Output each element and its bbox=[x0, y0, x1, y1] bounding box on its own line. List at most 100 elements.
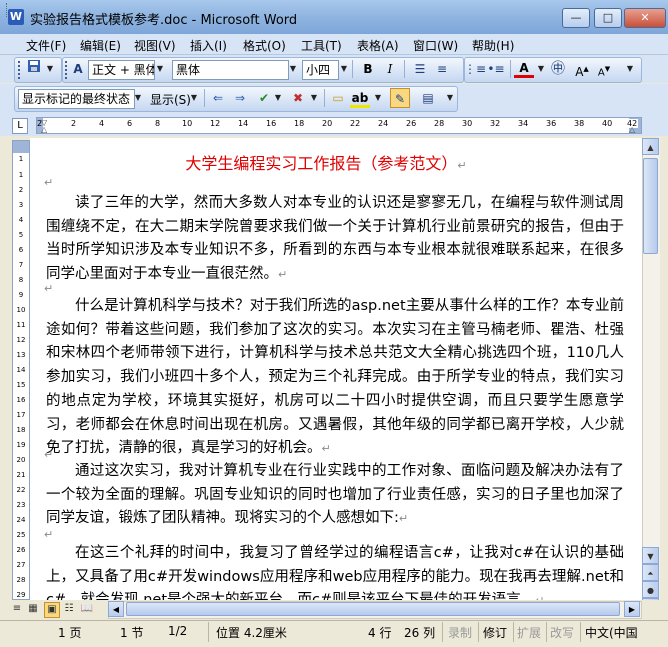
font-dropdown-arrow[interactable]: ▼ bbox=[287, 60, 299, 78]
horizontal-ruler[interactable]: 2 2 4 6 8 10 12 14 16 18 20 22 24 26 28 … bbox=[36, 117, 642, 134]
window-title: 实验报告格式模板参考.doc - Microsoft Word bbox=[30, 13, 298, 28]
shrink-font-icon[interactable]: A▼ bbox=[594, 59, 614, 79]
italic-button[interactable]: I bbox=[380, 59, 400, 79]
toolbar-separator bbox=[352, 60, 353, 78]
menu-format[interactable]: 格式(O) bbox=[243, 37, 286, 54]
highlight-icon[interactable]: ab bbox=[350, 88, 370, 108]
show-menu-arrow[interactable]: ▼ bbox=[188, 89, 200, 107]
document-page[interactable]: 大学生编程实习工作报告（参考范文）↵ ↵ 读了三年的大学，然而大多数人对本专业的… bbox=[30, 138, 642, 600]
vruler-tick: 6 bbox=[18, 246, 24, 254]
vertical-scroll-thumb[interactable] bbox=[643, 158, 658, 254]
save-icon[interactable] bbox=[24, 59, 44, 79]
track-changes-icon[interactable]: ✎ bbox=[390, 88, 410, 108]
ruler-tick: 28 bbox=[434, 119, 445, 128]
ruler-tick: 6 bbox=[127, 119, 133, 128]
show-menu-button[interactable]: 显示(S) bbox=[150, 91, 191, 108]
reject-change-arrow[interactable]: ▼ bbox=[308, 89, 320, 107]
minimize-button[interactable]: — bbox=[562, 8, 590, 28]
vruler-tick: 14 bbox=[16, 366, 26, 374]
vruler-tick: 29 bbox=[16, 591, 26, 599]
empty-paragraph-mark: ↵ bbox=[44, 176, 54, 189]
ruler-tick: 8 bbox=[155, 119, 161, 128]
menu-insert[interactable]: 插入(I) bbox=[190, 37, 227, 54]
font-size-dropdown-arrow[interactable]: ▼ bbox=[338, 60, 350, 78]
vruler-tick: 9 bbox=[18, 291, 24, 299]
font-size-combo[interactable]: 小四 bbox=[302, 60, 339, 80]
status-page-of: 1/2 bbox=[168, 624, 188, 638]
select-browse-object-button[interactable]: ● bbox=[642, 581, 659, 598]
toolbar-options-arrow[interactable]: ▼ bbox=[44, 60, 56, 78]
ruler-tick: 10 bbox=[182, 119, 193, 128]
font-combo[interactable]: 黑体 bbox=[172, 60, 289, 80]
menu-grip-handle[interactable] bbox=[6, 3, 10, 17]
web-layout-view-icon[interactable]: ▦ bbox=[26, 602, 40, 616]
menu-edit[interactable]: 编辑(E) bbox=[80, 37, 121, 54]
vruler-tick: 8 bbox=[18, 276, 24, 284]
previous-change-icon[interactable]: ⇐ bbox=[208, 88, 228, 108]
font-color-icon[interactable]: A bbox=[514, 58, 534, 78]
menu-file[interactable]: 文件(F) bbox=[26, 37, 66, 54]
ruler-tick: 12 bbox=[210, 119, 221, 128]
hanging-indent-marker[interactable]: △ bbox=[41, 125, 47, 133]
outline-view-icon[interactable]: ☷ bbox=[62, 602, 76, 616]
next-change-icon[interactable]: ⇒ bbox=[230, 88, 250, 108]
menu-view[interactable]: 视图(V) bbox=[134, 37, 176, 54]
accept-change-arrow[interactable]: ▼ bbox=[272, 89, 284, 107]
style-dropdown-arrow[interactable]: ▼ bbox=[154, 60, 166, 78]
status-overtype[interactable]: 改写 bbox=[550, 624, 574, 641]
display-for-review-arrow[interactable]: ▼ bbox=[132, 89, 144, 107]
numbering-icon[interactable]: ⋮≡ bbox=[464, 59, 486, 79]
previous-page-button[interactable]: ⏶ bbox=[642, 564, 659, 581]
grow-font-icon[interactable]: A▲ bbox=[572, 59, 592, 79]
menu-tools[interactable]: 工具(T) bbox=[301, 37, 342, 54]
menu-table[interactable]: 表格(A) bbox=[357, 37, 399, 54]
align-left-icon[interactable]: ☰ bbox=[410, 59, 430, 79]
menu-help[interactable]: 帮助(H) bbox=[472, 37, 514, 54]
paragraph-3: 通过这次实习，我对计算机专业在行业实践中的工作对象、面临问题及解决办法有了一个较… bbox=[46, 463, 624, 527]
bold-button[interactable]: B bbox=[358, 59, 378, 79]
maximize-button[interactable]: □ bbox=[594, 8, 622, 28]
toolbar-separator bbox=[510, 60, 511, 78]
status-separator bbox=[513, 622, 514, 642]
right-indent-marker[interactable]: △ bbox=[629, 125, 635, 133]
word-app-icon[interactable]: W bbox=[8, 9, 24, 25]
status-page: 1 页 bbox=[58, 626, 82, 640]
status-separator bbox=[546, 622, 547, 642]
reject-change-icon[interactable]: ✖ bbox=[288, 88, 308, 108]
menu-window[interactable]: 窗口(W) bbox=[413, 37, 458, 54]
reviewing-pane-icon[interactable]: ▤ bbox=[418, 88, 438, 108]
bullets-icon[interactable]: •≡ bbox=[486, 59, 506, 79]
print-layout-view-icon[interactable]: ▣ bbox=[44, 602, 60, 618]
status-language[interactable]: 中文(中国 bbox=[585, 624, 638, 641]
vertical-ruler[interactable]: 1 1 2 3 4 5 6 7 8 9 10 11 12 13 14 15 16… bbox=[12, 140, 30, 600]
scroll-up-button[interactable]: ▲ bbox=[642, 138, 659, 155]
scroll-right-button[interactable]: ▶ bbox=[624, 601, 640, 617]
vruler-tick: 26 bbox=[16, 546, 26, 554]
enclosed-character-icon[interactable]: ㊥ bbox=[548, 59, 568, 79]
status-extend[interactable]: 扩展 bbox=[517, 624, 541, 641]
style-combo[interactable]: 正文 + 黑体 bbox=[88, 60, 155, 80]
tab-selector[interactable]: L bbox=[12, 118, 28, 134]
vruler-tick: 4 bbox=[18, 216, 24, 224]
scroll-down-button[interactable]: ▼ bbox=[642, 547, 659, 564]
reading-layout-view-icon[interactable]: 📖 bbox=[80, 602, 94, 616]
status-position: 位置 4.2厘米 bbox=[216, 626, 287, 640]
status-line: 4 行 bbox=[368, 626, 392, 640]
close-button[interactable]: ✕ bbox=[624, 8, 666, 28]
highlight-dropdown-arrow[interactable]: ▼ bbox=[372, 89, 384, 107]
toolbar-options-arrow[interactable]: ▼ bbox=[444, 89, 456, 107]
scroll-left-button[interactable]: ◀ bbox=[108, 601, 124, 617]
horizontal-scroll-thumb[interactable] bbox=[126, 602, 620, 616]
toolbar-grip[interactable] bbox=[18, 61, 23, 79]
vruler-tick: 28 bbox=[16, 576, 26, 584]
justify-icon[interactable]: ≡ bbox=[432, 59, 452, 79]
accept-change-icon[interactable]: ✔ bbox=[254, 88, 274, 108]
status-track-changes[interactable]: 修订 bbox=[483, 624, 507, 641]
normal-view-icon[interactable]: ≡ bbox=[10, 602, 24, 616]
font-color-dropdown-arrow[interactable]: ▼ bbox=[535, 60, 547, 78]
styles-pane-icon[interactable]: A bbox=[68, 59, 88, 79]
status-record[interactable]: 录制 bbox=[448, 624, 472, 641]
toolbar-options-arrow[interactable]: ▼ bbox=[624, 60, 636, 78]
display-for-review-combo[interactable]: 显示标记的最终状态 bbox=[18, 89, 135, 109]
new-comment-icon[interactable]: ▭ bbox=[328, 88, 348, 108]
